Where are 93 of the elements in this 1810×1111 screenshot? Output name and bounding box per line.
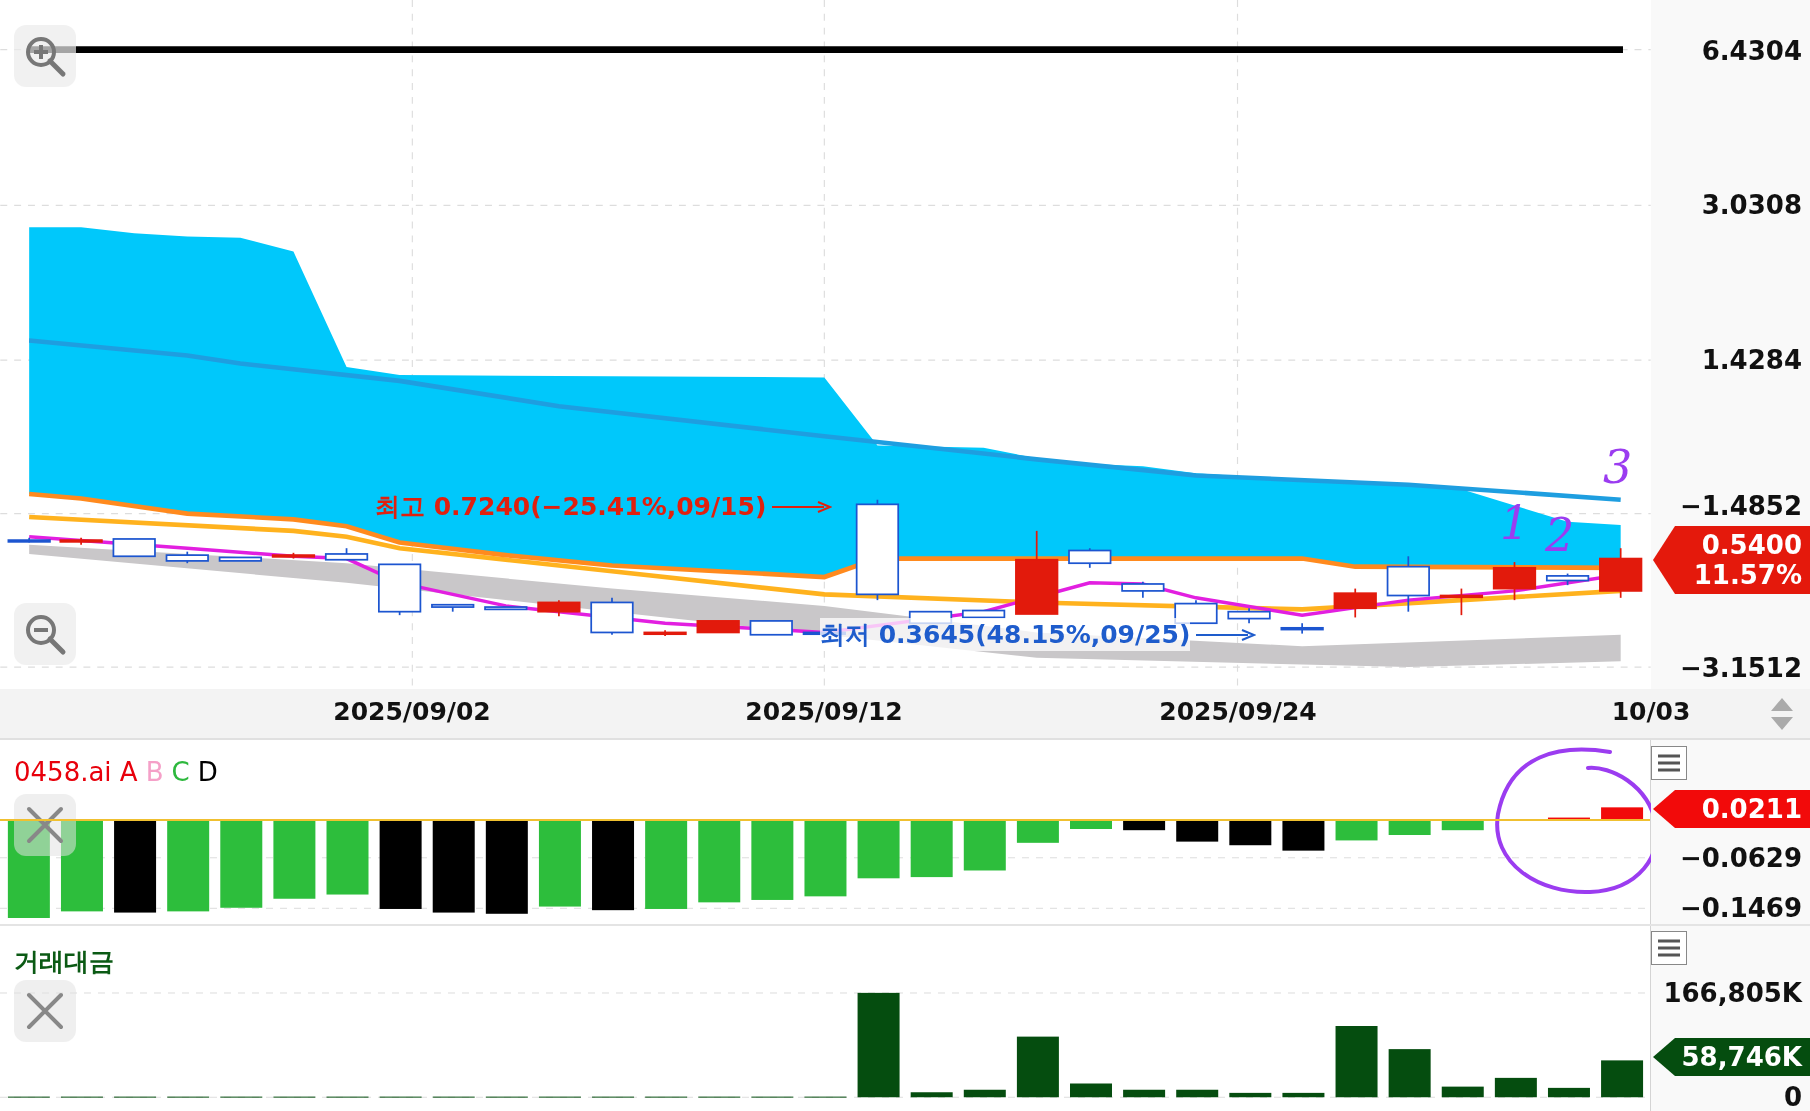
- volume-bar: [1441, 1086, 1484, 1098]
- volume-bar: [1601, 1060, 1644, 1098]
- candlestick: [961, 609, 1006, 619]
- menu-button[interactable]: [1651, 931, 1687, 965]
- menu-icon[interactable]: [1657, 938, 1681, 958]
- axis-tick-label: −0.1469: [1679, 894, 1802, 923]
- price-axis-label: −3.1512: [1679, 652, 1802, 684]
- low-price-note: 최저 0.3645(48.15%,09/25): [820, 618, 1191, 651]
- date-axis-label: 2025/09/24: [1159, 697, 1317, 726]
- current-value: 0.0211: [1701, 794, 1802, 824]
- candlestick: [1492, 561, 1537, 601]
- volume-bar: [1176, 1089, 1219, 1098]
- arrow-icon: [1196, 627, 1257, 642]
- volume-bar: [1494, 1077, 1537, 1098]
- candlestick: [1174, 599, 1218, 625]
- legend-label: D: [197, 757, 218, 787]
- candlestick: [1333, 587, 1377, 619]
- volume-bar: [910, 1092, 953, 1098]
- candlestick: [324, 547, 369, 561]
- candlestick: [537, 599, 581, 618]
- axis-tick-label: 0: [1783, 1083, 1802, 1111]
- indicator-bar: [910, 819, 953, 878]
- volume-bar: [1388, 1049, 1431, 1098]
- indicator-bar: [857, 819, 900, 879]
- volume-bar: [1335, 1026, 1378, 1098]
- current-value: 58,746K: [1681, 1042, 1802, 1072]
- candlestick: [1439, 587, 1484, 616]
- candlestick: [590, 596, 634, 636]
- legend-label: 0458.ai A: [14, 757, 138, 787]
- candlestick: [1227, 607, 1271, 625]
- candlestick: [749, 620, 793, 636]
- price-change: 11.57%: [1693, 560, 1802, 590]
- menu-icon[interactable]: [1657, 753, 1681, 773]
- candlestick: [1386, 555, 1430, 613]
- indicator-bar: [963, 819, 1006, 871]
- candlestick: [271, 551, 316, 560]
- indicator-bar: [1601, 807, 1644, 820]
- date-axis-label: 2025/09/02: [333, 697, 491, 726]
- candlestick: [165, 550, 209, 565]
- price-axis-label: 3.0308: [1701, 189, 1802, 221]
- zoom-out-button[interactable]: [14, 603, 76, 665]
- menu-button[interactable]: [1651, 746, 1687, 780]
- zoom-in-icon[interactable]: [23, 34, 67, 78]
- volume-bar: [1282, 1092, 1325, 1098]
- last-price: 0.5400: [1701, 530, 1802, 560]
- high-price-note: 최고 0.7240(−25.41%,09/15): [375, 491, 767, 523]
- candlestick: [696, 620, 740, 634]
- arrow-icon: [772, 499, 833, 514]
- legend-label: B: [145, 757, 164, 787]
- zoom-out-icon[interactable]: [23, 612, 67, 656]
- zoom-in-button[interactable]: [14, 25, 76, 87]
- candlestick: [218, 556, 262, 562]
- pane-title: 거래대금: [14, 946, 114, 978]
- candlestick: [1280, 622, 1324, 635]
- candlestick: [7, 536, 51, 544]
- date-axis-label: 10/03: [1611, 697, 1691, 726]
- indicator-bar: [1547, 817, 1590, 820]
- axis-tick-label: 166,805K: [1663, 979, 1802, 1007]
- close-icon[interactable]: [26, 806, 64, 844]
- price-axis-label: 1.4284: [1701, 344, 1802, 376]
- volume-bar: [1229, 1092, 1272, 1098]
- candlestick: [378, 563, 422, 616]
- price-axis-label: −1.4852: [1679, 490, 1802, 522]
- candlestick: [59, 536, 103, 546]
- volume-bar: [1070, 1083, 1112, 1098]
- candlestick: [112, 538, 156, 558]
- volume-bar: [963, 1089, 1006, 1098]
- candlestick: [1545, 572, 1590, 586]
- handwritten-number: 1: [1500, 500, 1530, 546]
- legend-label: C: [171, 757, 190, 787]
- candlestick: [1599, 547, 1643, 599]
- date-axis-label: 2025/09/12: [745, 697, 903, 726]
- volume-bar: [1547, 1087, 1590, 1098]
- volume-bar: [1016, 1036, 1059, 1098]
- indicator-bar: [1016, 819, 1059, 843]
- indicator-bar: [1282, 819, 1325, 851]
- close-button[interactable]: [14, 980, 76, 1042]
- close-button[interactable]: [14, 794, 76, 856]
- handwritten-number: 3: [1603, 444, 1633, 490]
- price-axis-label: 6.4304: [1701, 35, 1802, 67]
- candlestick: [1121, 580, 1165, 599]
- candlestick: [431, 603, 475, 613]
- indicator-bar: [1335, 819, 1378, 841]
- candlestick: [643, 629, 687, 637]
- scroll-arrows-icon[interactable]: [1770, 697, 1794, 731]
- volume-bar: [1123, 1089, 1166, 1098]
- handwritten-number: 2: [1545, 512, 1575, 558]
- close-icon[interactable]: [26, 992, 64, 1030]
- indicator-bar: [1176, 819, 1219, 842]
- candlestick: [1068, 547, 1112, 569]
- axis-tick-label: −0.0629: [1679, 843, 1802, 872]
- indicator-bar: [1229, 819, 1272, 846]
- candlestick: [484, 606, 528, 611]
